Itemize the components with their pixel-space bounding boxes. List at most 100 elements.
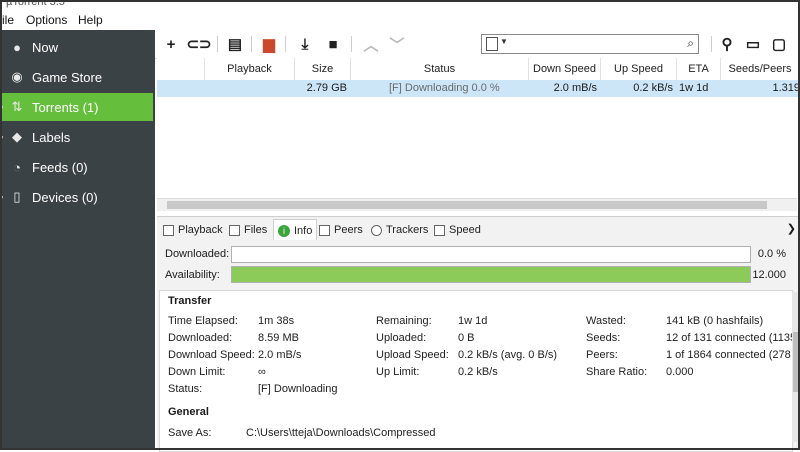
uploaded-value: 0 B bbox=[458, 332, 475, 344]
scrollbar-thumb[interactable] bbox=[167, 201, 767, 209]
tab-peers[interactable]: Peers bbox=[319, 221, 363, 239]
seeds-value: 12 of 131 connected (1135 bbox=[666, 332, 797, 344]
tab-label: Speed bbox=[449, 224, 481, 236]
sidebar-item-torrents[interactable]: ▪ ⇅ Torrents (1) bbox=[0, 93, 153, 121]
column-header-checkbox[interactable] bbox=[157, 58, 205, 80]
sidebar-item-feeds[interactable]: ◔ Feeds (0) bbox=[0, 153, 153, 181]
sidebar-item-label: Devices (0) bbox=[32, 189, 98, 205]
scrollbar-thumb[interactable] bbox=[793, 332, 799, 392]
wasted-label: Wasted: bbox=[586, 315, 626, 327]
sidebar-item-label: Labels bbox=[32, 129, 71, 145]
move-down-icon[interactable]: ﹀ bbox=[387, 34, 407, 54]
expand-icon[interactable]: ▪ bbox=[0, 193, 6, 202]
peers-label: Peers: bbox=[586, 349, 618, 361]
add-link-icon[interactable]: ⊂⊃ bbox=[186, 34, 211, 54]
sidebar-item-label: Now bbox=[32, 39, 59, 55]
peers-value: 1 of 1864 connected (278 bbox=[666, 349, 791, 361]
up-limit-label: Up Limit: bbox=[376, 366, 420, 378]
cell-seeds-peers: 1.319 bbox=[772, 82, 800, 94]
table-row[interactable]: 2.79 GB [F] Downloading 0.0 % 2.0 mB/s 0… bbox=[157, 80, 800, 97]
search-icon[interactable]: ⌕ bbox=[687, 36, 694, 51]
save-as-label: Save As: bbox=[168, 427, 212, 439]
menu-help[interactable]: Help bbox=[78, 13, 103, 27]
expand-icon[interactable]: ▪ bbox=[0, 133, 6, 142]
playback-icon bbox=[163, 224, 174, 236]
sidebar-item-game-store[interactable]: ◉ Game Store bbox=[0, 63, 153, 91]
tab-label: Trackers bbox=[386, 224, 429, 236]
column-header-down-speed[interactable]: Down Speed bbox=[529, 58, 601, 80]
column-header-playback[interactable]: Playback bbox=[205, 58, 295, 80]
detail-tabs: Playback Files i Info Peers Trackers Spe… bbox=[157, 216, 800, 242]
column-header-seeds-peers[interactable]: Seeds/Peers bbox=[721, 58, 800, 80]
tab-playback[interactable]: Playback bbox=[163, 221, 223, 239]
download-speed-label: Download Speed: bbox=[168, 349, 255, 361]
details-box: Transfer Time Elapsed: 1m 38s Downloaded… bbox=[159, 290, 797, 452]
stop-icon[interactable]: ■ bbox=[323, 34, 343, 54]
download-icon[interactable]: ⤓ bbox=[295, 34, 315, 54]
peers-icon bbox=[319, 224, 330, 236]
column-header-eta[interactable]: ETA bbox=[677, 58, 721, 80]
torrent-list: Playback Size Status Down Speed Up Speed… bbox=[157, 58, 800, 208]
horizontal-scrollbar[interactable] bbox=[157, 198, 797, 211]
cell-status: [F] Downloading 0.0 % bbox=[389, 82, 500, 94]
general-heading: General bbox=[168, 406, 209, 418]
torrents-arrows-icon: ⇅ bbox=[11, 99, 23, 114]
share-ratio-label: Share Ratio: bbox=[586, 366, 648, 378]
column-header-size[interactable]: Size bbox=[295, 58, 351, 80]
tab-info[interactable]: i Info bbox=[273, 219, 318, 241]
info-panel: Downloaded: 0.0 % Availability: 12.000 T… bbox=[157, 240, 800, 452]
sidebar-item-devices[interactable]: ▪ ▯ Devices (0) bbox=[0, 183, 153, 211]
wasted-value: 141 kB (0 hashfails) bbox=[666, 315, 764, 327]
info-icon: i bbox=[278, 224, 290, 237]
downloaded-label: Downloaded: bbox=[168, 332, 233, 344]
trash-icon[interactable]: ▆ bbox=[259, 34, 279, 54]
downloaded-percent: 0.0 % bbox=[757, 248, 786, 260]
transfer-heading: Transfer bbox=[168, 295, 212, 307]
move-up-icon[interactable]: ︿ bbox=[361, 34, 381, 54]
location-pin-icon[interactable]: ⚲ bbox=[717, 34, 737, 54]
download-speed-value: 2.0 mB/s bbox=[258, 349, 302, 361]
sidebar-item-now[interactable]: ● Now bbox=[0, 33, 153, 61]
trackers-icon bbox=[371, 224, 382, 236]
toolbar-divider bbox=[285, 36, 286, 52]
search-input[interactable] bbox=[510, 36, 670, 50]
column-header-up-speed[interactable]: Up Speed bbox=[601, 58, 677, 80]
add-torrent-icon[interactable]: + bbox=[161, 34, 181, 54]
cell-down-speed: 2.0 mB/s bbox=[553, 82, 597, 94]
status-value: [F] Downloading bbox=[258, 383, 338, 395]
chevron-down-icon[interactable]: ▼ bbox=[500, 37, 508, 46]
window-title: µTorrent 3.5 bbox=[6, 0, 65, 8]
availability-label: Availability: bbox=[165, 269, 220, 281]
gamepad-icon: ◉ bbox=[11, 69, 23, 84]
chat-icon[interactable]: ▭ bbox=[743, 34, 763, 54]
toolbar-divider bbox=[217, 36, 218, 52]
remaining-value: 1w 1d bbox=[458, 315, 488, 327]
globe-icon: ● bbox=[13, 39, 21, 55]
uploaded-label: Uploaded: bbox=[376, 332, 427, 344]
expand-icon[interactable]: ▪ bbox=[0, 103, 6, 112]
toolbar: + ⊂⊃ ▤ ▆ ⤓ ■ ︿ ﹀ ▼ ⌕ ⚲ ▭ ▢ bbox=[155, 30, 800, 59]
remote-icon[interactable]: ▢ bbox=[769, 34, 789, 54]
menu-options[interactable]: Options bbox=[26, 13, 67, 27]
cell-size: 2.79 GB bbox=[306, 82, 347, 94]
menu-file[interactable]: ile bbox=[2, 13, 14, 27]
toolbar-divider bbox=[251, 36, 252, 52]
sidebar-item-label: Game Store bbox=[32, 69, 103, 85]
rss-icon: ◔ bbox=[13, 159, 21, 175]
search-provider-icon[interactable] bbox=[486, 37, 498, 51]
search-box[interactable]: ▼ ⌕ bbox=[481, 34, 699, 54]
tabs-overflow-icon[interactable]: ❯ bbox=[787, 222, 796, 235]
up-limit-value: 0.2 kB/s bbox=[458, 366, 498, 378]
vertical-scrollbar[interactable] bbox=[792, 292, 800, 442]
tab-trackers[interactable]: Trackers bbox=[371, 221, 428, 239]
column-header-status[interactable]: Status bbox=[351, 58, 529, 80]
tab-label: Peers bbox=[334, 224, 363, 236]
sidebar-item-label: Feeds (0) bbox=[32, 159, 88, 175]
tab-speed[interactable]: Speed bbox=[434, 221, 481, 239]
tab-files[interactable]: Files bbox=[229, 221, 267, 239]
sidebar-item-labels[interactable]: ▪ ◆ Labels bbox=[0, 123, 153, 151]
create-torrent-icon[interactable]: ▤ bbox=[225, 34, 245, 54]
availability-value: 12.000 bbox=[752, 269, 786, 281]
files-icon bbox=[229, 224, 240, 236]
toolbar-divider bbox=[711, 36, 712, 52]
